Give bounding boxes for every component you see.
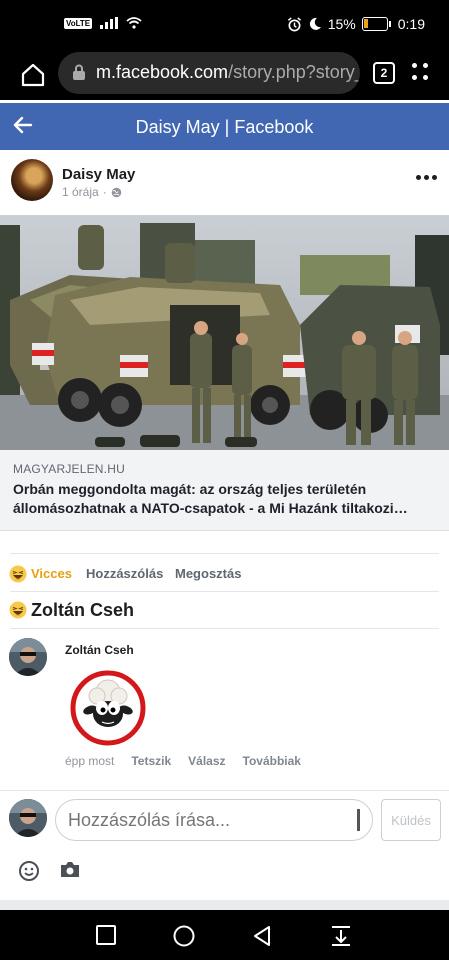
clock: 0:19 [397,16,425,32]
more-link[interactable]: Továbbiak [243,754,301,768]
text-cursor [357,809,360,831]
divider [10,553,439,554]
link-preview-image[interactable] [0,215,449,450]
globe-icon [111,187,121,197]
post-actions: Vicces Hozzászólás Megosztás [0,560,449,586]
camera-icon[interactable] [60,861,80,878]
avatar[interactable] [9,638,47,676]
post-header: Daisy May 1 órája · [0,150,449,214]
reply-link[interactable]: Válasz [188,754,225,768]
link-preview[interactable]: MAGYARJELEN.HU Orbán meggondolta magát: … [0,450,449,531]
separator-dot: · [102,185,107,199]
status-bar: VoLTE 15% 0:19 [0,0,449,50]
avatar [9,799,47,837]
link-headline: Orbán meggondolta magát: az ország telje… [13,481,408,516]
reaction-button[interactable]: Vicces [31,566,72,581]
reactions-summary[interactable]: Zoltán Cseh [0,597,449,625]
reactor-name: Zoltán Cseh [31,600,135,620]
battery-percent: 15% [327,16,356,32]
notification-pulldown-icon[interactable] [331,925,351,947]
more-options-icon[interactable] [416,174,438,182]
page-bottom [0,900,449,910]
tab-switcher-button[interactable]: 2 [373,62,395,84]
lock-icon [73,64,85,80]
browser-toolbar: m.facebook.com/story.php?story_f 2 [0,50,449,100]
comment-author[interactable]: Zoltán Cseh [65,643,134,657]
haha-reaction-icon [9,601,27,619]
comment-button[interactable]: Hozzászólás [86,566,163,581]
home-icon[interactable] [20,62,46,88]
alarm-icon [287,16,301,31]
avatar[interactable] [11,159,53,201]
shaun-the-sheep-sticker [70,670,146,746]
military-vehicles-photo [0,215,449,450]
system-navigation-bar [0,910,449,960]
signal-icon [100,17,119,29]
comment-composer: Küldés [0,790,449,910]
divider [10,628,439,629]
url-host: m.facebook.com [96,62,229,82]
comment-input[interactable] [55,799,373,841]
divider [10,591,439,592]
recent-apps-icon[interactable] [96,925,116,945]
back-triangle-icon[interactable] [252,925,272,947]
send-button[interactable]: Küldés [381,799,441,841]
post-author[interactable]: Daisy May [62,166,135,183]
comment-time: épp most [65,754,115,768]
url-path: /story.php?story_f [228,62,360,82]
page-header: Daisy May | Facebook [0,103,449,150]
do-not-disturb-moon-icon [309,17,321,30]
home-circle-icon[interactable] [173,925,195,947]
wifi-icon [126,17,142,29]
menu-dots-icon[interactable] [412,63,430,83]
haha-reaction-icon [9,565,27,583]
volte-icon: VoLTE [64,17,93,29]
battery-icon [361,17,391,31]
address-bar[interactable]: m.facebook.com/story.php?story_f [58,52,360,94]
post-time[interactable]: 1 órája [62,185,99,199]
comment: Zoltán Cseh épp most Tetszik Válasz Tová… [0,630,449,790]
page-title: Daisy May | Facebook [135,117,314,137]
emoji-icon[interactable] [18,860,40,882]
share-button[interactable]: Megosztás [175,566,241,581]
link-domain: MAGYARJELEN.HU [13,462,125,476]
like-link[interactable]: Tetszik [131,754,171,768]
